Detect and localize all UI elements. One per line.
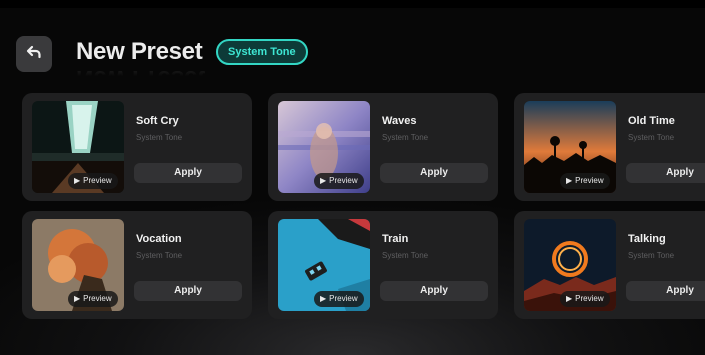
preset-card-talking: ▶ Preview Talking System Tone Apply: [514, 211, 705, 319]
apply-button[interactable]: Apply: [380, 281, 488, 301]
preview-button[interactable]: ▶ Preview: [68, 173, 118, 189]
preset-title: Old Time: [628, 115, 675, 127]
system-tone-badge[interactable]: System Tone: [216, 39, 308, 65]
play-icon: ▶: [566, 176, 573, 185]
preset-subtitle: System Tone: [628, 133, 675, 142]
preview-label: Preview: [83, 176, 112, 185]
title-wrap: New Preset New Preset: [76, 36, 205, 92]
preview-button[interactable]: ▶ Preview: [560, 291, 610, 307]
apply-button[interactable]: Apply: [134, 163, 242, 183]
preview-label: Preview: [575, 294, 604, 303]
preset-card-train: ▶ Preview Train System Tone Apply: [268, 211, 498, 319]
back-arrow-icon: [25, 43, 43, 66]
preview-label: Preview: [329, 294, 358, 303]
preset-thumbnail: ▶ Preview: [32, 101, 124, 193]
preview-button[interactable]: ▶ Preview: [314, 291, 364, 307]
play-icon: ▶: [320, 294, 327, 303]
apply-button[interactable]: Apply: [134, 281, 242, 301]
preview-button[interactable]: ▶ Preview: [560, 173, 610, 189]
preview-label: Preview: [329, 176, 358, 185]
play-icon: ▶: [74, 294, 81, 303]
preset-thumbnail: ▶ Preview: [32, 219, 124, 311]
preset-subtitle: System Tone: [136, 133, 183, 142]
play-icon: ▶: [74, 176, 81, 185]
preset-subtitle: System Tone: [136, 251, 183, 260]
apply-button[interactable]: Apply: [626, 163, 705, 183]
preset-title: Waves: [382, 115, 417, 127]
preset-title: Talking: [628, 233, 666, 245]
preview-button[interactable]: ▶ Preview: [68, 291, 118, 307]
preset-card-soft-cry: ▶ Preview Soft Cry System Tone Apply: [22, 93, 252, 201]
back-button[interactable]: [16, 36, 52, 72]
preset-subtitle: System Tone: [382, 133, 429, 142]
play-icon: ▶: [566, 294, 573, 303]
preset-card-waves: ▶ Preview Waves System Tone Apply: [268, 93, 498, 201]
preset-title: Vocation: [136, 233, 182, 245]
preset-subtitle: System Tone: [628, 251, 675, 260]
preset-subtitle: System Tone: [382, 251, 429, 260]
preset-thumbnail: ▶ Preview: [524, 219, 616, 311]
preset-thumbnail: ▶ Preview: [524, 101, 616, 193]
preset-title: Train: [382, 233, 409, 245]
preview-label: Preview: [83, 294, 112, 303]
preset-thumbnail: ▶ Preview: [278, 219, 370, 311]
preview-button[interactable]: ▶ Preview: [314, 173, 364, 189]
preset-card-vocation: ▶ Preview Vocation System Tone Apply: [22, 211, 252, 319]
screen: New Preset New Preset System Tone ▶ Previ…: [0, 0, 705, 355]
apply-button[interactable]: Apply: [380, 163, 488, 183]
play-icon: ▶: [320, 176, 327, 185]
preset-card-old-time: ▶ Preview Old Time System Tone Apply: [514, 93, 705, 201]
page-title: New Preset: [76, 38, 203, 65]
preset-thumbnail: ▶ Preview: [278, 101, 370, 193]
preset-title: Soft Cry: [136, 115, 179, 127]
apply-button[interactable]: Apply: [626, 281, 705, 301]
preview-label: Preview: [575, 176, 604, 185]
header: New Preset New Preset System Tone: [0, 28, 705, 92]
